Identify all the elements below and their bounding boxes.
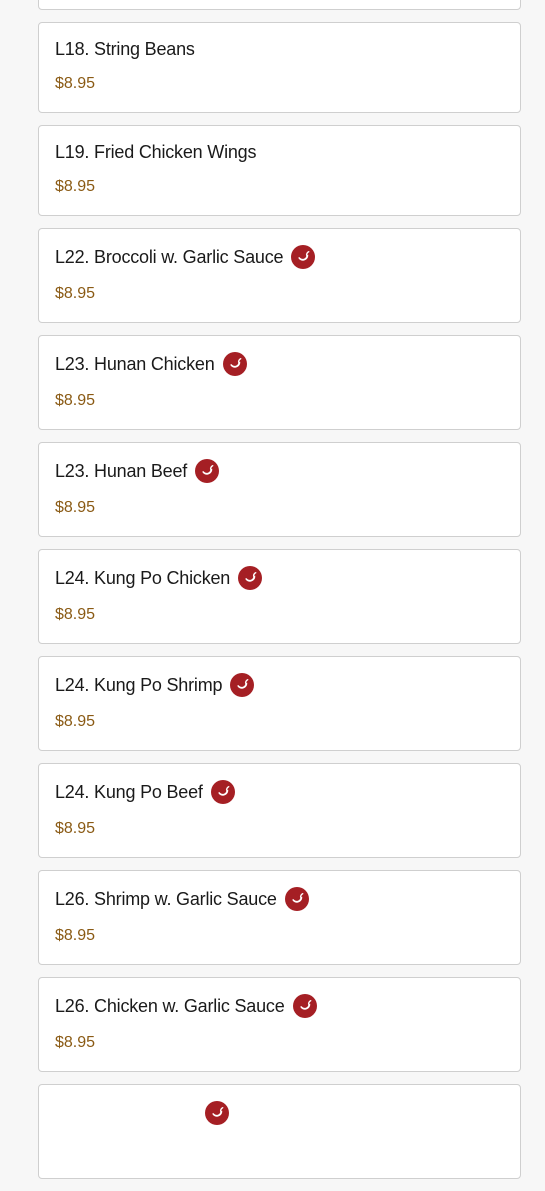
menu-item-card[interactable]: L22. Broccoli w. Garlic Sauce $8.95 [38, 228, 521, 323]
menu-item-price: $8.95 [55, 178, 96, 195]
chili-pepper-icon [230, 673, 255, 697]
chili-pepper-icon [222, 352, 247, 376]
menu-item-price: $8.95 [55, 820, 96, 837]
menu-item-price: $8.95 [55, 499, 96, 516]
menu-item-name: L24. Kung Po Shrimp [55, 674, 223, 695]
menu-item-card[interactable]: L24. Kung Po Shrimp $8.95 [38, 656, 521, 751]
menu-item-title-row: L26. Shrimp w. Garlic Sauce [55, 885, 309, 913]
menu-item-price: $8.95 [55, 1034, 96, 1051]
menu-item-price: $8.95 [55, 606, 96, 623]
chili-pepper-icon [205, 1101, 229, 1125]
menu-item-card[interactable] [38, 1084, 521, 1179]
menu-item-title-row: L23. Hunan Chicken [55, 350, 247, 378]
menu-item-title-row [55, 1099, 229, 1127]
menu-item-title-row: L23. Hunan Beef [55, 457, 220, 485]
menu-item-name: L22. Broccoli w. Garlic Sauce [55, 246, 284, 267]
menu-item-title-row: L22. Broccoli w. Garlic Sauce [55, 243, 316, 271]
menu-item-card[interactable]: L26. Shrimp w. Garlic Sauce $8.95 [38, 870, 521, 965]
menu-item-name: L23. Hunan Beef [55, 460, 188, 481]
menu-item-card[interactable] [38, 0, 521, 10]
menu-item-title-row: L24. Kung Po Chicken [55, 564, 263, 592]
menu-item-name: L24. Kung Po Chicken [55, 567, 231, 588]
chili-pepper-icon [291, 245, 316, 269]
menu-item-card[interactable]: L18. String Beans $8.95 [38, 22, 521, 113]
chili-pepper-icon [292, 994, 317, 1018]
menu-item-title-row: L24. Kung Po Beef [55, 778, 235, 806]
chili-pepper-icon [238, 566, 263, 590]
menu-item-card[interactable]: L23. Hunan Chicken $8.95 [38, 335, 521, 430]
menu-item-list: L18. String Beans $8.95 L19. Fried Chick… [38, 0, 521, 1191]
menu-item-title-row: L18. String Beans [55, 37, 195, 61]
chili-pepper-icon [210, 780, 235, 804]
menu-item-title-row: L26. Chicken w. Garlic Sauce [55, 992, 317, 1020]
menu-item-price: $8.95 [55, 927, 96, 944]
menu-item-price: $8.95 [55, 285, 96, 302]
chili-pepper-icon [195, 459, 220, 483]
menu-item-card[interactable]: L26. Chicken w. Garlic Sauce $8.95 [38, 977, 521, 1072]
menu-item-name: L26. Shrimp w. Garlic Sauce [55, 888, 277, 909]
menu-item-title-row: L24. Kung Po Shrimp [55, 671, 255, 699]
menu-item-name: L26. Chicken w. Garlic Sauce [55, 995, 285, 1016]
menu-item-name: L24. Kung Po Beef [55, 781, 203, 802]
menu-item-name: L19. Fried Chicken Wings [55, 141, 257, 162]
menu-item-card[interactable]: L23. Hunan Beef $8.95 [38, 442, 521, 537]
menu-item-card[interactable]: L19. Fried Chicken Wings $8.95 [38, 125, 521, 216]
menu-item-price: $8.95 [55, 713, 96, 730]
menu-item-card[interactable]: L24. Kung Po Beef $8.95 [38, 763, 521, 858]
chili-pepper-icon [284, 887, 309, 911]
menu-item-name: L23. Hunan Chicken [55, 353, 215, 374]
menu-item-title-row: L19. Fried Chicken Wings [55, 140, 256, 164]
menu-item-price: $8.95 [55, 392, 96, 409]
menu-item-name: L18. String Beans [55, 38, 195, 59]
menu-item-card[interactable]: L24. Kung Po Chicken $8.95 [38, 549, 521, 644]
menu-item-price: $8.95 [55, 75, 96, 92]
